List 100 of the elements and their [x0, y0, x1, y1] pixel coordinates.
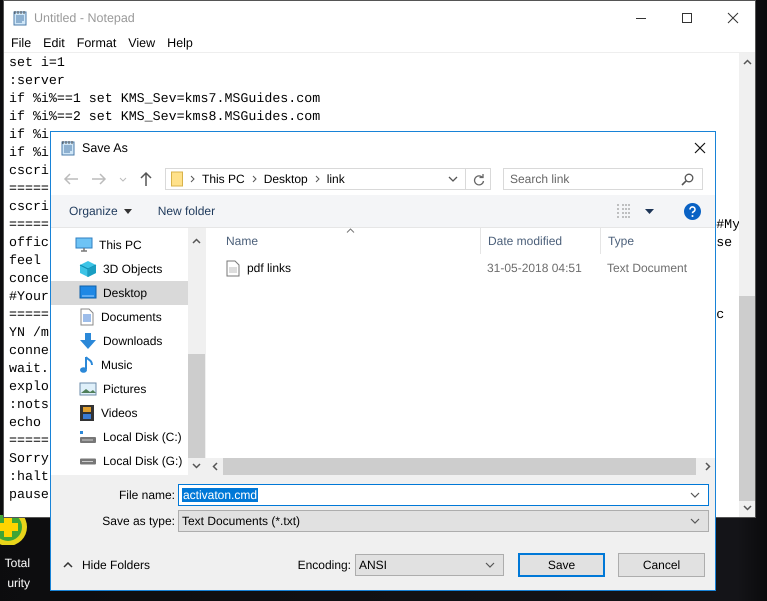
folder-icon — [171, 171, 183, 187]
column-header[interactable]: Date modified — [480, 228, 600, 254]
close-icon[interactable] — [694, 142, 706, 154]
chevron-down-icon — [485, 562, 495, 568]
field-label: Encoding: — [298, 558, 351, 572]
nav-item[interactable]: Videos — [51, 401, 188, 425]
nav-item[interactable]: Documents — [51, 305, 188, 329]
breadcrumb-item[interactable]: Desktop — [264, 172, 308, 186]
refresh-icon[interactable] — [473, 172, 485, 186]
drive-icon — [79, 430, 97, 444]
notepad-icon — [12, 10, 28, 26]
code-line: Sorry — [9, 450, 49, 468]
download-arrow-icon — [79, 332, 97, 350]
help-icon[interactable] — [684, 202, 701, 220]
breadcrumb-item[interactable]: This PC — [202, 172, 245, 186]
chevron-right-icon — [252, 175, 257, 183]
code-line: wait. — [9, 360, 49, 378]
chevron-down-icon[interactable] — [690, 492, 700, 498]
nav-item[interactable]: Music — [51, 353, 188, 377]
scroll-down-icon[interactable] — [192, 463, 201, 469]
code-line: #Your — [9, 288, 49, 306]
search-field[interactable]: Search link — [503, 168, 703, 190]
close-icon[interactable] — [727, 12, 739, 24]
nav-item[interactable]: Local Disk (G:) — [51, 449, 188, 473]
menu-item[interactable]: Format — [72, 36, 124, 50]
code-line: c — [716, 306, 724, 324]
chevron-down-icon — [690, 518, 700, 524]
code-line: ===== — [9, 306, 49, 324]
code-line: :nots — [9, 396, 49, 414]
nav-item[interactable]: Local Disk (C:) — [51, 425, 188, 449]
film-strip-icon — [79, 404, 95, 422]
code-line: YN /m — [9, 324, 49, 342]
scroll-left-icon[interactable] — [212, 462, 218, 471]
breadcrumb-item[interactable]: link — [326, 172, 345, 186]
view-options-icon[interactable] — [616, 204, 632, 218]
search-icon — [681, 173, 694, 186]
encoding-dropdown[interactable]: ANSI — [355, 554, 504, 576]
computer-icon — [75, 237, 93, 253]
file-name-field[interactable]: activaton.cmd — [178, 484, 709, 506]
menu-item[interactable]: File — [6, 36, 38, 50]
code-line: if %i — [9, 144, 49, 162]
file-type-dropdown[interactable]: Text Documents (*.txt) — [178, 510, 709, 532]
code-line: :server — [9, 72, 65, 90]
nav-item[interactable]: Desktop — [51, 281, 188, 305]
code-line: ===== — [9, 216, 49, 234]
cancel-button[interactable]: Cancel — [618, 553, 705, 577]
code-line: cscri — [9, 198, 49, 216]
vertical-scrollbar[interactable] — [739, 53, 755, 517]
text-file-icon — [226, 260, 240, 276]
field-label: Save as type: — [101, 514, 176, 528]
scroll-right-icon[interactable] — [705, 462, 711, 471]
code-line: if %i — [9, 126, 49, 144]
code-line: echo — [9, 414, 41, 432]
code-line: if %i%==1 set KMS_Sev=kms7.MSGuides.com — [9, 90, 320, 108]
code-line: se — [716, 234, 732, 252]
code-line: if %i%==2 set KMS_Sev=kms8.MSGuides.com — [9, 108, 320, 126]
nav-item[interactable]: Downloads — [51, 329, 188, 353]
hide-folders-button[interactable]: Hide Folders — [59, 554, 154, 576]
save-button[interactable]: Save — [518, 553, 605, 577]
scrollbar-thumb[interactable] — [739, 296, 755, 501]
new-folder-button[interactable]: New folder — [150, 200, 224, 222]
document-icon — [79, 308, 95, 326]
scrollbar-thumb[interactable] — [188, 354, 205, 458]
maximize-icon[interactable] — [681, 12, 693, 24]
chevron-down-icon[interactable] — [448, 176, 458, 182]
code-line: ===== — [9, 432, 49, 450]
address-bar[interactable]: This PC Desktop link — [165, 168, 491, 190]
scroll-down-icon[interactable] — [742, 505, 752, 511]
drive-icon — [79, 458, 97, 464]
chevron-right-icon — [190, 175, 195, 183]
menu-item[interactable]: Help — [162, 36, 200, 50]
file-name[interactable]: pdf links — [247, 261, 292, 275]
menu-item[interactable]: Edit — [38, 36, 72, 50]
music-note-icon — [79, 356, 95, 374]
chevron-up-icon — [63, 562, 73, 568]
vertical-scrollbar[interactable] — [188, 228, 205, 475]
nav-item[interactable]: This PC — [51, 233, 188, 257]
nav-item[interactable]: Pictures — [51, 377, 188, 401]
menu-item[interactable]: View — [123, 36, 162, 50]
scroll-up-icon[interactable] — [192, 238, 201, 244]
code-line: #My — [716, 216, 740, 234]
column-header[interactable]: Type — [600, 228, 715, 254]
code-line: offic — [9, 234, 49, 252]
nav-item[interactable]: 3D Objects — [51, 257, 188, 281]
table-cell-text: Text Document — [606, 261, 688, 275]
scroll-up-icon[interactable] — [742, 59, 752, 65]
code-line: explo — [9, 378, 49, 396]
caret-icon — [124, 209, 132, 214]
caret-icon[interactable] — [645, 208, 654, 214]
dialog-title: Save As — [82, 140, 128, 154]
code-line: cscri — [9, 162, 49, 180]
code-line: :halt — [9, 468, 49, 486]
up-arrow-icon[interactable] — [139, 171, 153, 187]
desktop-icon-label[interactable]: Total urity — [0, 553, 30, 593]
column-header[interactable]: Name — [206, 228, 480, 254]
code-line: ===== — [9, 180, 49, 198]
code-line: conne — [9, 342, 49, 360]
table-cell-text: 31-05-2018 04:51 — [486, 261, 583, 275]
organize-button[interactable]: Organize — [61, 200, 140, 222]
cube-icon — [79, 260, 97, 278]
